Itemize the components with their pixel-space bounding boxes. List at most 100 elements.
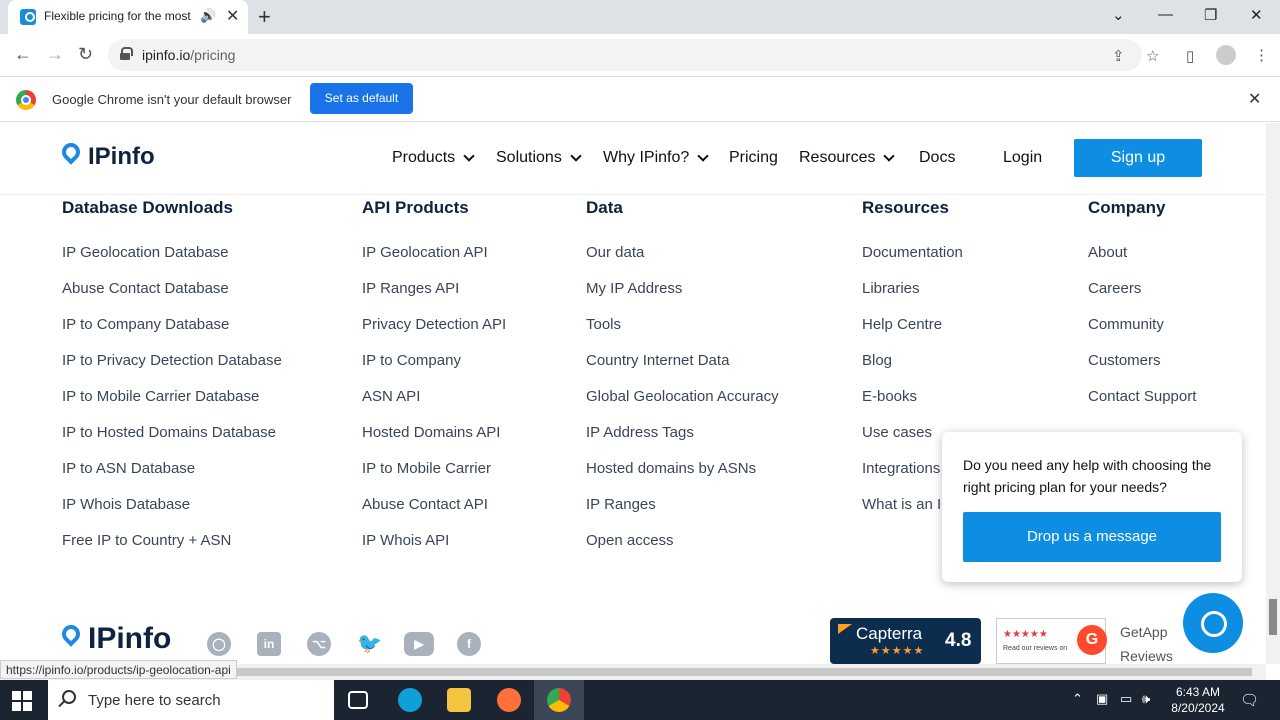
forward-arrow-icon[interactable]: → — [46, 44, 64, 65]
volume-icon[interactable]: 🕪 — [1142, 691, 1150, 707]
kebab-menu-icon[interactable]: ⋮ — [1254, 46, 1269, 64]
login-link[interactable]: Login — [1003, 149, 1042, 167]
restore-button[interactable]: ❐ — [1204, 6, 1217, 24]
youtube-icon[interactable]: ▶ — [404, 632, 434, 656]
new-tab-button[interactable]: + — [258, 4, 271, 30]
back-arrow-icon[interactable]: ← — [14, 44, 32, 65]
bookmark-star-icon[interactable]: ☆ — [1146, 47, 1159, 65]
footer-link[interactable]: Tools — [586, 316, 779, 352]
footer-link[interactable]: Global Geolocation Accuracy — [586, 388, 779, 424]
chrome-logo-icon — [16, 90, 36, 110]
tab-close-icon[interactable]: ✕ — [226, 6, 239, 26]
footer-link[interactable]: Libraries — [862, 280, 963, 316]
github-icon[interactable]: ⌥ — [307, 632, 331, 656]
nav-label: Products — [392, 149, 456, 166]
nav-solutions[interactable]: Solutions — [496, 149, 582, 167]
chat-launcher-icon[interactable] — [1183, 593, 1243, 653]
footer-link[interactable]: IP Geolocation Database — [62, 244, 282, 280]
linkedin-icon[interactable]: in — [257, 632, 281, 656]
lock-icon[interactable] — [120, 47, 133, 60]
network-icon[interactable]: ▭ — [1120, 691, 1132, 707]
share-icon[interactable]: ⇪ — [1112, 47, 1125, 65]
tray-chevron-icon[interactable]: ⌃ — [1072, 691, 1083, 707]
nav-docs[interactable]: Docs — [919, 149, 955, 167]
browser-titlebar: Flexible pricing for the most 🔊 ✕ + ⌄ — … — [0, 0, 1280, 34]
footer-link[interactable]: My IP Address — [586, 280, 779, 316]
footer-link[interactable]: Free IP to Country + ASN — [62, 532, 282, 568]
set-as-default-button[interactable]: Set as default — [310, 83, 413, 114]
ipinfo-logo[interactable]: IPinfo — [62, 143, 155, 171]
chevron-down-icon — [883, 150, 896, 162]
notification-icon[interactable]: 🗨 — [1240, 691, 1259, 709]
nav-why-ipinfo[interactable]: Why IPinfo? — [603, 149, 709, 167]
footer-link[interactable]: IP to Mobile Carrier Database — [62, 388, 282, 424]
getapp-reviews-image[interactable]: GetApp Reviews — [1120, 620, 1173, 668]
url-text[interactable]: ipinfo.io/pricing — [142, 47, 235, 63]
footer-link[interactable]: Hosted Domains API — [362, 424, 506, 460]
edge-icon[interactable] — [398, 688, 422, 712]
taskbar-clock[interactable]: 6:43 AM 8/20/2024 — [1160, 684, 1236, 716]
footer-link[interactable]: Contact Support — [1088, 388, 1196, 424]
tab-search-icon[interactable]: ⌄ — [1112, 6, 1125, 24]
footer-link[interactable]: Customers — [1088, 352, 1196, 388]
tray-device-icon[interactable]: ▣ — [1096, 691, 1108, 707]
address-bar[interactable]: ipinfo.io/pricing ⇪ — [108, 39, 1142, 71]
g2-badge[interactable]: ★★★★★ Read our reviews on G — [996, 618, 1107, 664]
footer-link[interactable]: IP Address Tags — [586, 424, 779, 460]
footer-link[interactable]: Help Centre — [862, 316, 963, 352]
twitter-icon[interactable]: 🐦 — [357, 632, 382, 656]
footer-link[interactable]: IP Whois API — [362, 532, 506, 568]
footer-link[interactable]: Open access — [586, 532, 779, 568]
nav-products[interactable]: Products — [392, 149, 475, 167]
capterra-score: 4.8 — [945, 630, 972, 651]
footer-ipinfo-logo[interactable]: IPinfo — [62, 622, 171, 656]
file-explorer-icon[interactable] — [447, 688, 471, 712]
vertical-scrollbar[interactable] — [1266, 123, 1280, 664]
footer-link[interactable]: Abuse Contact Database — [62, 280, 282, 316]
firefox-icon[interactable] — [497, 688, 521, 712]
footer-link[interactable]: IP to Privacy Detection Database — [62, 352, 282, 388]
footer-link[interactable]: Privacy Detection API — [362, 316, 506, 352]
footer-link[interactable]: IP to Company — [362, 352, 506, 388]
audio-playing-icon[interactable]: 🔊 — [200, 8, 216, 24]
facebook-icon[interactable]: f — [457, 632, 481, 656]
windows-start-icon[interactable] — [12, 691, 32, 711]
side-panel-icon[interactable]: ▯ — [1186, 47, 1194, 65]
scrollbar-thumb[interactable] — [1269, 599, 1277, 635]
nav-pricing[interactable]: Pricing — [729, 149, 778, 167]
window-close-button[interactable]: ✕ — [1250, 6, 1263, 24]
browser-tab[interactable]: Flexible pricing for the most 🔊 ✕ — [8, 0, 248, 34]
task-view-icon[interactable] — [348, 691, 368, 709]
footer-link[interactable]: Documentation — [862, 244, 963, 280]
reload-icon[interactable]: ↻ — [78, 44, 93, 65]
sign-up-button[interactable]: Sign up — [1074, 139, 1202, 177]
footer-link[interactable]: IP Whois Database — [62, 496, 282, 532]
footer-link[interactable]: Blog — [862, 352, 963, 388]
taskbar-search-box[interactable]: Type here to search — [48, 680, 334, 720]
footer-link[interactable]: Hosted domains by ASNs — [586, 460, 779, 496]
chat-social-icon[interactable]: ◯ — [207, 632, 231, 656]
footer-link[interactable]: Our data — [586, 244, 779, 280]
footer-link[interactable]: Careers — [1088, 280, 1196, 316]
footer-link[interactable]: IP to Hosted Domains Database — [62, 424, 282, 460]
footer-link[interactable]: Community — [1088, 316, 1196, 352]
infobar-close-icon[interactable]: ✕ — [1248, 89, 1261, 109]
footer-link[interactable]: E-books — [862, 388, 963, 424]
footer-link[interactable]: Country Internet Data — [586, 352, 779, 388]
footer-link[interactable]: IP Geolocation API — [362, 244, 506, 280]
drop-us-a-message-button[interactable]: Drop us a message — [963, 512, 1221, 562]
capterra-badge[interactable]: Capterra ★★★★★ 4.8 — [830, 618, 981, 664]
footer-link[interactable]: About — [1088, 244, 1196, 280]
footer-link[interactable]: ASN API — [362, 388, 506, 424]
footer-link[interactable]: IP to Company Database — [62, 316, 282, 352]
profile-avatar-icon[interactable] — [1216, 45, 1236, 65]
footer-link[interactable]: IP to ASN Database — [62, 460, 282, 496]
minimize-button[interactable]: — — [1158, 6, 1173, 23]
footer-link[interactable]: IP Ranges — [586, 496, 779, 532]
chrome-icon[interactable] — [547, 688, 571, 712]
footer-link[interactable]: IP to Mobile Carrier — [362, 460, 506, 496]
nav-label: Docs — [919, 149, 956, 166]
footer-link[interactable]: Abuse Contact API — [362, 496, 506, 532]
nav-resources[interactable]: Resources — [799, 149, 896, 167]
footer-link[interactable]: IP Ranges API — [362, 280, 506, 316]
